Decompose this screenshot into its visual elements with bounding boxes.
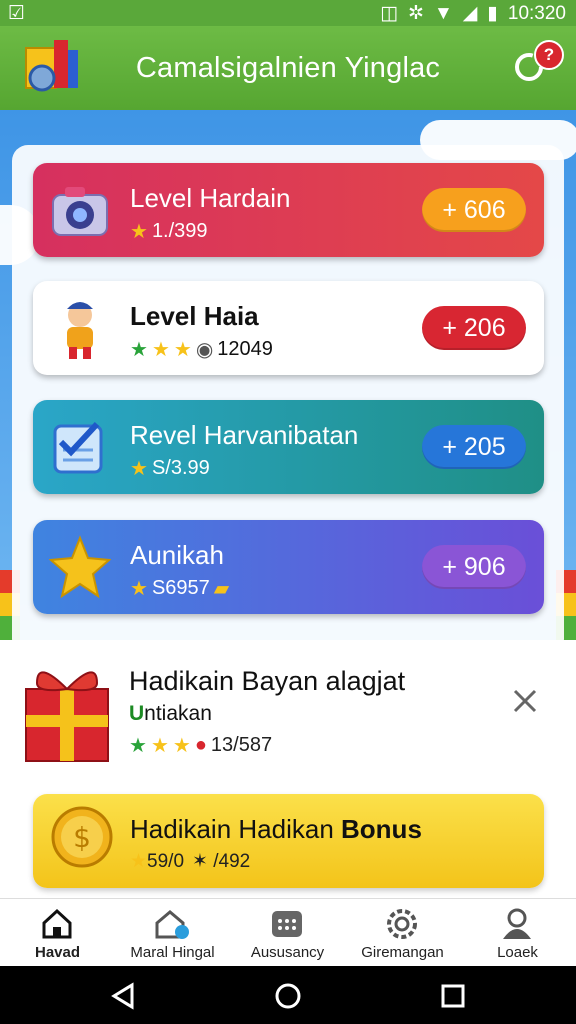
star-icon: ★ (130, 458, 148, 480)
clock: 10:320 (507, 2, 566, 24)
bonus-sub-right: ✶ /492 (192, 851, 251, 872)
app-bar: Camalsigalnien Yinglac ? (0, 26, 576, 110)
card-action-button[interactable]: + 906 (422, 545, 526, 589)
coin-icon: ◉ (195, 339, 214, 361)
camera-icon (52, 187, 108, 236)
nav-item-ausuancy[interactable]: Aususancy (230, 899, 345, 967)
svg-text:$: $ (73, 821, 91, 854)
house-c-icon (155, 910, 189, 939)
grid-icon (272, 911, 302, 937)
card-title: Aunikah (130, 540, 224, 570)
gear-cluster-icon: ✲ (408, 3, 424, 24)
star-icon: ★ (130, 578, 148, 600)
star-icon: ★ (130, 851, 148, 872)
gold-bar-icon: ▰ (213, 578, 230, 600)
check-box-icon: ☑ (8, 3, 26, 24)
checklist-icon (53, 421, 103, 474)
vibrate-icon: ◫ (380, 3, 399, 24)
status-bar: ☑ ◫ ✲ ▼ ◢ ▮ 10:320 (0, 0, 576, 26)
home-icon (42, 908, 72, 939)
star-icon: ★ (130, 221, 148, 243)
star-icon: ★ (172, 735, 191, 757)
card-title: Level Hardain (130, 183, 291, 213)
promo-title: Hadikain Bayan alagjat (129, 666, 406, 696)
apple-icon: ● (194, 734, 207, 756)
card-action-button[interactable]: + 606 (422, 188, 526, 232)
promo-subtitle: 13/587 (210, 734, 273, 756)
settings-icon (387, 909, 417, 939)
level-card[interactable]: Aunikah ★ S6957 ▰ + 906 (33, 520, 544, 614)
level-card[interactable]: Revel Harvanibatan ★ S/3.99 + 205 (33, 400, 544, 494)
home-circle-icon[interactable] (274, 982, 302, 1010)
card-subtitle: S6957 (151, 577, 210, 599)
system-navigation-bar (0, 966, 576, 1024)
promo-tag: Untiakan (129, 702, 212, 725)
card-subtitle: 1./399 (151, 220, 208, 242)
notification-badge[interactable]: ? (534, 40, 564, 70)
close-icon[interactable] (510, 686, 540, 716)
card-title: Revel Harvanibatan (130, 420, 359, 450)
card-action-button[interactable]: + 206 (422, 306, 526, 350)
level-card[interactable]: Level Hardain ★ 1./399 + 606 (33, 163, 544, 257)
bonus-sub-left: 59/0 (147, 851, 185, 872)
card-action-button[interactable]: + 205 (422, 425, 526, 469)
star-icon: ★ (150, 735, 169, 757)
card-title: Level Haia (130, 301, 259, 331)
star-icon: ★ (151, 339, 170, 361)
card-subtitle: S/3.99 (151, 457, 210, 479)
bonus-title: Hadikain Hadikan Bonus (130, 814, 422, 844)
wifi-icon: ▼ (433, 2, 453, 24)
back-icon[interactable] (110, 982, 136, 1010)
nav-item-giremangan[interactable]: Giremangan (345, 899, 460, 967)
nav-item-loaek[interactable]: Loaek (460, 899, 575, 967)
star-trophy-icon (49, 535, 111, 599)
bonus-card[interactable]: $ Hadikain Hadikan Bonus ★59/0 ✶ /492 (33, 794, 544, 888)
level-card[interactable]: Level Haia ★ ★ ★ ◉ 12049 + 206 (33, 281, 544, 375)
bottom-nav: Havad Maral Hingal Aususancy Giremangan … (0, 898, 576, 967)
gift-box-icon (25, 671, 109, 762)
green-star-icon: ★ (130, 339, 148, 361)
app-title: Camalsigalnien Yinglac (135, 52, 441, 84)
character-icon (67, 302, 93, 359)
nav-item-maral-hingal[interactable]: Maral Hingal (115, 899, 230, 967)
signal-icon: ◢ (462, 3, 478, 24)
green-star-icon: ★ (129, 735, 147, 757)
battery-icon: ▮ (487, 3, 498, 24)
nav-item-havad[interactable]: Havad (0, 899, 115, 967)
star-icon: ★ (173, 339, 192, 361)
card-subtitle: 12049 (217, 338, 273, 360)
recents-icon[interactable] (440, 983, 466, 1009)
profile-icon (503, 908, 531, 939)
coin-icon: $ (51, 806, 113, 868)
